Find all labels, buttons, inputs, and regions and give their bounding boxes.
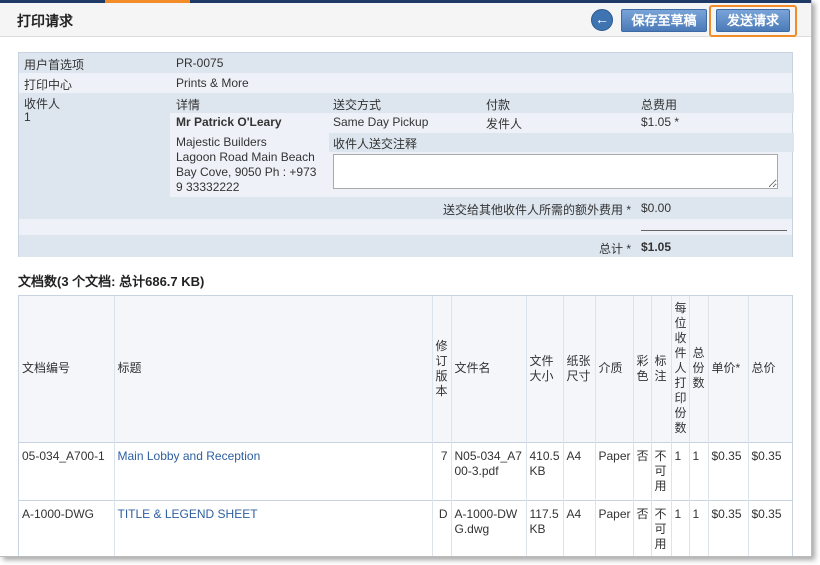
col-revision[interactable]: 修订版本 bbox=[432, 296, 452, 442]
preference-label: 用户首选项 bbox=[24, 58, 85, 72]
col-title[interactable]: 标题 bbox=[114, 296, 433, 442]
col-total-price[interactable]: 总价 bbox=[748, 296, 792, 442]
table-row: A-1000-DWG TITLE & LEGEND SHEET D A-1000… bbox=[19, 499, 792, 556]
doc-number: 05-034_A700-1 bbox=[19, 441, 115, 500]
doc-total-price: $0.35 bbox=[748, 499, 792, 556]
extra-fee-value: $0.00 bbox=[641, 201, 672, 215]
table-header-row: 文档编号 标题 修订版本 文件名 文件大小 纸张尺寸 介质 彩色 标注 每位收件… bbox=[19, 296, 792, 442]
doc-filename: N05-034_A700-3.pdf bbox=[451, 441, 527, 500]
doc-size: 117.5 KB bbox=[526, 499, 564, 556]
documents-heading: 文档数(3 个文档: 总计686.7 KB) bbox=[18, 274, 205, 289]
col-file-size[interactable]: 文件大小 bbox=[526, 296, 564, 442]
recipient-index: 1 bbox=[24, 110, 31, 124]
doc-revision: 7 bbox=[432, 441, 452, 500]
details-header: 详情 bbox=[176, 98, 201, 112]
documents-table: 文档编号 标题 修订版本 文件名 文件大小 纸张尺寸 介质 彩色 标注 每位收件… bbox=[18, 295, 793, 556]
extra-fee-label: 送交给其他收件人所需的额外费用 * bbox=[442, 203, 631, 217]
recipient-column: 收件人 1 bbox=[19, 93, 170, 197]
grand-total-value: $1.05 bbox=[641, 240, 672, 254]
header-bar: 打印请求 ← 保存至草稿 发送请求 bbox=[0, 3, 811, 37]
col-total-copies[interactable]: 总份数 bbox=[689, 296, 709, 442]
total-separator bbox=[641, 230, 787, 231]
doc-markup: 不可用 bbox=[651, 499, 672, 556]
recipient-header-row: 详情 送交方式 付款 总费用 bbox=[170, 93, 794, 113]
print-center-value: Prints & More bbox=[176, 76, 249, 90]
notes-header: 收件人送交注释 bbox=[329, 133, 794, 152]
col-paper-size[interactable]: 纸张尺寸 bbox=[563, 296, 596, 442]
doc-revision: D bbox=[432, 499, 452, 556]
delivery-method: Same Day Pickup bbox=[333, 115, 429, 129]
doc-total-price: $0.35 bbox=[748, 441, 792, 500]
doc-copies-each: 1 bbox=[671, 441, 690, 500]
spacer-row bbox=[19, 219, 792, 235]
col-unit-price[interactable]: 单价* bbox=[708, 296, 749, 442]
address-line: Bay Cove, 9050 Ph : +973 bbox=[176, 165, 317, 179]
doc-filename: A-1000-DWG.dwg bbox=[451, 499, 527, 556]
address-line: Lagoon Road Main Beach bbox=[176, 150, 315, 164]
doc-total-copies: 1 bbox=[689, 499, 709, 556]
doc-media: Paper bbox=[595, 441, 634, 500]
col-doc-number[interactable]: 文档编号 bbox=[19, 296, 115, 442]
doc-color: 否 bbox=[633, 499, 652, 556]
doc-media: Paper bbox=[595, 499, 634, 556]
doc-title-link[interactable]: Main Lobby and Reception bbox=[114, 441, 433, 500]
back-arrow-icon[interactable]: ← bbox=[591, 9, 613, 31]
col-markup[interactable]: 标注 bbox=[651, 296, 672, 442]
delivery-header: 送交方式 bbox=[333, 98, 382, 112]
col-filename[interactable]: 文件名 bbox=[451, 296, 527, 442]
grand-total-row: 总计 * $1.05 bbox=[19, 235, 792, 257]
col-media[interactable]: 介质 bbox=[595, 296, 634, 442]
recipient-address: Majestic Builders Lagoon Road Main Beach… bbox=[176, 135, 316, 195]
payment-value: 发件人 bbox=[486, 117, 523, 131]
total-fee-value: $1.05 * bbox=[641, 115, 680, 129]
doc-total-copies: 1 bbox=[689, 441, 709, 500]
request-info-panel: 用户首选项 PR-0075 打印中心 Prints & More 收件人 1 详… bbox=[18, 52, 794, 257]
total-fee-header: 总费用 bbox=[641, 98, 678, 112]
doc-color: 否 bbox=[633, 441, 652, 500]
grand-total-label: 总计 * bbox=[598, 242, 631, 256]
payment-header: 付款 bbox=[486, 98, 511, 112]
col-copies-per-recipient[interactable]: 每位收件人打印份数 bbox=[671, 296, 690, 442]
doc-markup: 不可用 bbox=[651, 441, 672, 500]
print-request-window: 打印请求 ← 保存至草稿 发送请求 用户首选项 PR-0075 打印中心 Pri… bbox=[0, 0, 812, 557]
recipient-notes-textarea[interactable] bbox=[333, 154, 778, 189]
page-title: 打印请求 bbox=[17, 13, 73, 29]
doc-title-link[interactable]: TITLE & LEGEND SHEET bbox=[114, 499, 433, 556]
preference-value: PR-0075 bbox=[176, 56, 224, 70]
address-line: 9 33332222 bbox=[176, 180, 240, 194]
doc-size: 410.5 KB bbox=[526, 441, 564, 500]
extra-fee-row: 送交给其他收件人所需的额外费用 * $0.00 bbox=[19, 197, 792, 219]
doc-unit-price: $0.35 bbox=[708, 441, 749, 500]
doc-paper: A4 bbox=[563, 499, 596, 556]
recipient-detail-row: Mr Patrick O'Leary Same Day Pickup 发件人 $… bbox=[170, 113, 794, 133]
send-request-button[interactable]: 发送请求 bbox=[716, 9, 790, 32]
address-line: Majestic Builders bbox=[176, 135, 267, 149]
print-center-label: 打印中心 bbox=[24, 78, 73, 92]
notes-label: 收件人送交注释 bbox=[333, 137, 418, 151]
doc-paper: A4 bbox=[563, 441, 596, 500]
doc-unit-price: $0.35 bbox=[708, 499, 749, 556]
table-row: 05-034_A700-1 Main Lobby and Reception 7… bbox=[19, 441, 792, 500]
col-color[interactable]: 彩色 bbox=[633, 296, 652, 442]
recipient-name: Mr Patrick O'Leary bbox=[176, 115, 282, 129]
doc-copies-each: 1 bbox=[671, 499, 690, 556]
save-draft-button[interactable]: 保存至草稿 bbox=[621, 9, 707, 32]
print-center-row: 打印中心 Prints & More bbox=[19, 73, 792, 93]
preference-row: 用户首选项 PR-0075 bbox=[19, 53, 792, 73]
doc-number: A-1000-DWG bbox=[19, 499, 115, 556]
